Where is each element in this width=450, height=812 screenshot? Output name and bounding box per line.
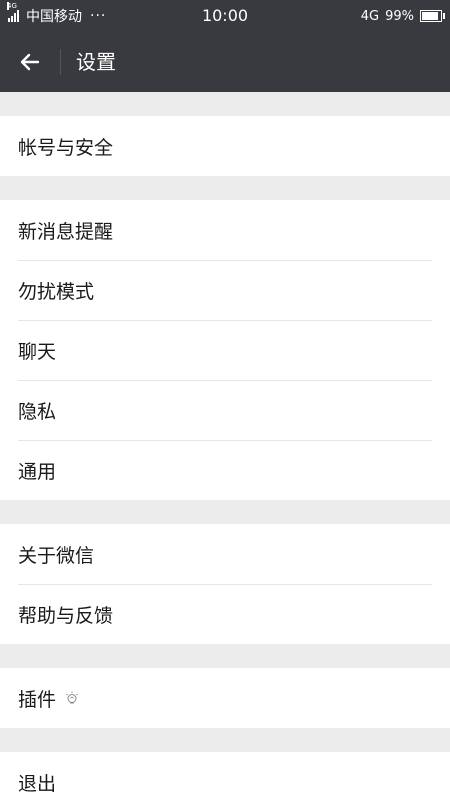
item-label: 帐号与安全 (18, 136, 114, 159)
item-privacy[interactable]: 隐私 (0, 380, 450, 440)
battery-tip (443, 13, 445, 19)
item-label: 勿扰模式 (18, 280, 95, 303)
section-gap (0, 500, 450, 524)
item-label: 隐私 (18, 400, 57, 423)
section-gap (0, 644, 450, 668)
page-title: 设置 (76, 50, 116, 74)
lightbulb-icon (64, 690, 80, 706)
item-account-security[interactable]: 帐号与安全 (0, 116, 450, 176)
section-gap (0, 176, 450, 200)
section-gap (0, 728, 450, 752)
item-about-wechat[interactable]: 关于微信 (0, 524, 450, 584)
battery-icon (420, 10, 445, 22)
item-label: 通用 (18, 460, 57, 483)
item-label: 新消息提醒 (18, 220, 114, 243)
group-account: 帐号与安全 (0, 116, 450, 176)
title-bar: 设置 (0, 32, 450, 92)
battery-fill (422, 12, 438, 20)
status-right: 4G 99% (360, 0, 445, 32)
item-plugins[interactable]: 插件 (0, 668, 450, 728)
network-type: 4G (360, 8, 380, 24)
back-button[interactable] (12, 44, 48, 80)
battery-percentage: 99% (385, 8, 414, 24)
item-do-not-disturb[interactable]: 勿扰模式 (0, 260, 450, 320)
status-bar: 4G 中国移动 ··· 10:00 4G 99% (0, 0, 450, 32)
group-about: 关于微信 帮助与反馈 (0, 524, 450, 644)
item-chat[interactable]: 聊天 (0, 320, 450, 380)
item-label: 帮助与反馈 (18, 604, 114, 627)
group-preferences: 新消息提醒 勿扰模式 聊天 隐私 通用 (0, 200, 450, 500)
settings-list: 帐号与安全 新消息提醒 勿扰模式 聊天 隐私 通用 关于微信 帮助与反馈 插件 (0, 92, 450, 812)
item-help-feedback[interactable]: 帮助与反馈 (0, 584, 450, 644)
item-label: 聊天 (18, 340, 57, 363)
item-new-message-notify[interactable]: 新消息提醒 (0, 200, 450, 260)
item-label: 关于微信 (18, 544, 95, 567)
item-label: 插件 (18, 688, 57, 711)
item-label: 退出 (18, 772, 57, 795)
item-logout[interactable]: 退出 (0, 752, 450, 812)
back-arrow-icon (20, 53, 40, 71)
group-exit: 退出 (0, 752, 450, 812)
group-plugins: 插件 (0, 668, 450, 728)
section-gap (0, 92, 450, 116)
title-divider (60, 49, 61, 75)
item-general[interactable]: 通用 (0, 440, 450, 500)
